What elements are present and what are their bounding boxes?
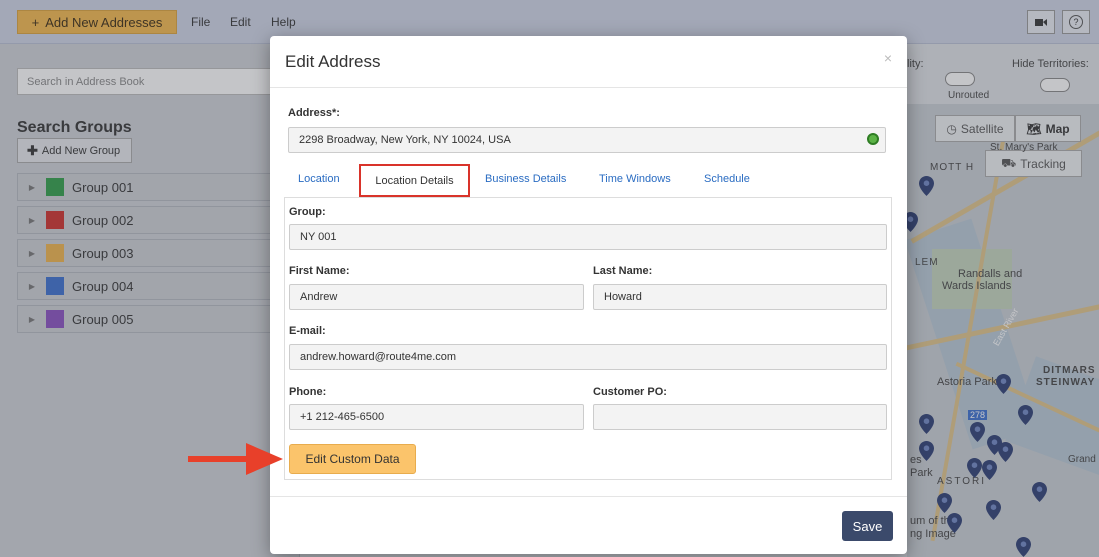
phone-field[interactable]: +1 212-465-6500 [289, 404, 584, 430]
email-label: E-mail: [289, 325, 326, 337]
tab-business-details[interactable]: Business Details [485, 173, 566, 185]
edit-custom-data-button[interactable]: Edit Custom Data [289, 444, 416, 474]
address-status-icon [867, 133, 879, 145]
email-field[interactable]: andrew.howard@route4me.com [289, 344, 887, 370]
annotation-arrow-icon [188, 443, 283, 475]
last-name-field[interactable]: Howard [593, 284, 887, 310]
modal-header: Edit Address × [270, 36, 907, 88]
first-name-label: First Name: [289, 265, 350, 277]
address-label: Address*: [288, 107, 340, 119]
modal-title: Edit Address [285, 52, 381, 71]
save-button[interactable]: Save [842, 511, 893, 541]
group-field[interactable]: NY 001 [289, 224, 887, 250]
tab-location-details[interactable]: Location Details [359, 164, 470, 197]
phone-label: Phone: [289, 386, 327, 398]
modal-footer-divider [270, 496, 907, 497]
customer-po-label: Customer PO: [593, 386, 667, 398]
tab-location[interactable]: Location [298, 173, 340, 185]
address-field[interactable]: 2298 Broadway, New York, NY 10024, USA [288, 127, 886, 153]
last-name-label: Last Name: [593, 265, 653, 277]
first-name-field[interactable]: Andrew [289, 284, 584, 310]
close-icon[interactable]: × [884, 50, 892, 66]
tab-schedule[interactable]: Schedule [704, 173, 750, 185]
customer-po-field[interactable] [593, 404, 887, 430]
tab-time-windows[interactable]: Time Windows [599, 173, 671, 185]
group-label: Group: [289, 206, 326, 218]
edit-address-dialog: Edit Address × Address*: 2298 Broadway, … [270, 36, 907, 554]
